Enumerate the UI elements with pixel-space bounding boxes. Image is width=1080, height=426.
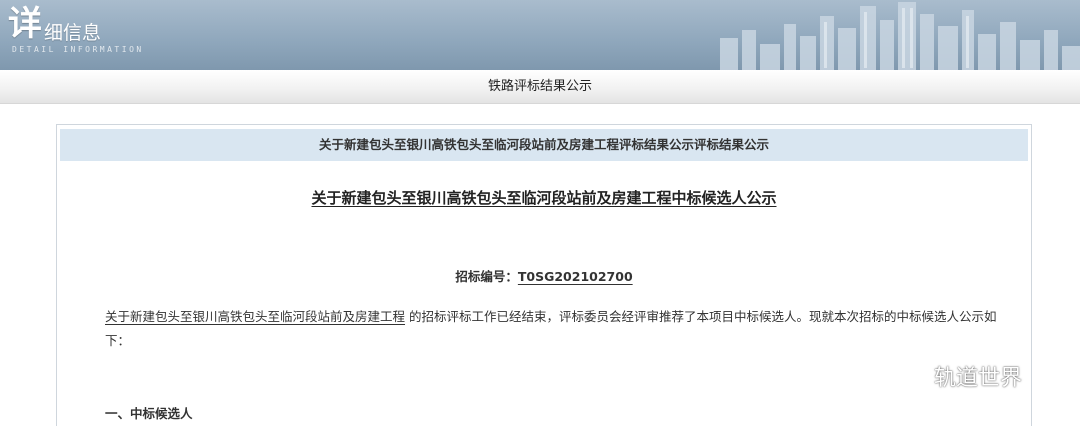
section-title-bar: 铁路评标结果公示 (0, 70, 1080, 104)
header-banner: 详细信息 DETAIL INFORMATION (0, 0, 1080, 70)
notice-title-text: 关于新建包头至银川高铁包头至临河段站前及房建工程中标候选人公示 (311, 189, 777, 207)
content-panel: 关于新建包头至银川高铁包头至临河段站前及房建工程评标结果公示评标结果公示 关于新… (56, 124, 1032, 426)
brand-small-text: 细信息 (44, 22, 102, 44)
bid-number: 招标编号：T0SG202102700 (57, 266, 1031, 285)
bid-number-value: T0SG202102700 (517, 269, 633, 284)
brand-subtitle: DETAIL INFORMATION (12, 45, 144, 54)
bid-number-label: 招标编号： (455, 269, 518, 284)
notice-body: 关于新建包头至银川高铁包头至临河段站前及房建工程 的招标评标工作已经结束，评标委… (105, 305, 1015, 353)
watermark-text: 轨道世界 (934, 366, 1023, 391)
brand-logo: 详细信息 DETAIL INFORMATION (8, 4, 141, 54)
project-name-link[interactable]: 关于新建包头至银川高铁包头至临河段站前及房建工程 (105, 309, 405, 324)
brand-big-char: 详 (8, 4, 42, 44)
section-heading-candidates: 一、中标候选人 (105, 406, 193, 421)
watermark: 轨道世界 (888, 360, 1022, 392)
notice-title: 关于新建包头至银川高铁包头至临河段站前及房建工程中标候选人公示 (57, 187, 1031, 208)
city-skyline-icon (720, 2, 1080, 70)
wechat-icon (890, 362, 925, 391)
panel-heading: 关于新建包头至银川高铁包头至临河段站前及房建工程评标结果公示评标结果公示 (60, 129, 1028, 161)
